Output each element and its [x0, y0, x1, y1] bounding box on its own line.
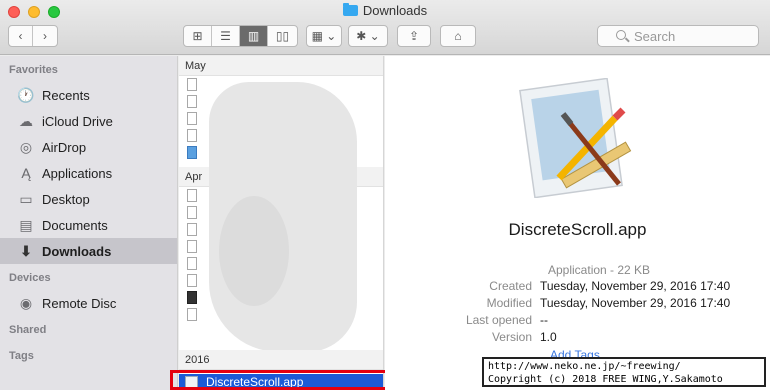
share-button[interactable]: ⇪ — [397, 25, 431, 47]
sidebar-item-icloud-drive[interactable]: ☁ iCloud Drive — [0, 108, 177, 134]
forward-button[interactable]: › — [33, 26, 57, 46]
group-header-2016: 2016 — [179, 350, 383, 370]
edit-tags-button[interactable]: ⌂ — [440, 25, 476, 47]
cloud-icon: ☁ — [19, 112, 33, 129]
file-icon — [187, 95, 197, 108]
arrange-button[interactable]: ▦ ⌄ — [306, 25, 342, 47]
applications-icon: Ą — [21, 165, 31, 181]
airdrop-icon: ◎ — [19, 138, 33, 155]
icon-view-button[interactable]: ⊞ — [184, 26, 212, 46]
sidebar-item-desktop[interactable]: ▭ Desktop — [0, 186, 177, 212]
downloads-icon: ⬇ — [20, 242, 32, 259]
meta-row-modified: Modified Tuesday, November 29, 2016 17:4… — [486, 296, 731, 310]
sidebar: Favorites 🕐 Recents ☁ iCloud Drive ◎ Air… — [0, 56, 178, 390]
app-preview-icon — [519, 78, 632, 198]
preview-file-kind: Application - 22 KB — [548, 263, 651, 277]
file-icon — [187, 291, 197, 304]
sidebar-item-label: Remote Disc — [42, 295, 117, 311]
folder-icon — [187, 146, 197, 159]
file-icon — [187, 274, 197, 287]
file-icon — [187, 112, 197, 125]
column-view-button[interactable]: ▥ — [240, 26, 268, 46]
search-field[interactable]: Search — [597, 25, 759, 47]
sidebar-section-devices: Devices — [9, 272, 51, 284]
sidebar-section-tags: Tags — [9, 350, 34, 362]
sidebar-item-label: Documents — [42, 217, 108, 233]
list-view-button[interactable]: ☰ — [212, 26, 240, 46]
sidebar-section-favorites: Favorites — [9, 64, 58, 76]
sidebar-item-label: Desktop — [42, 191, 90, 207]
share-icon: ⇪ — [408, 29, 420, 43]
tag-icon: ⌂ — [454, 29, 462, 43]
sidebar-item-label: iCloud Drive — [42, 113, 113, 129]
sidebar-item-label: AirDrop — [42, 139, 87, 155]
file-icon — [187, 240, 197, 253]
highlight-box — [170, 370, 388, 390]
group-header-may: May — [179, 56, 383, 76]
nav-buttons: ‹ › — [8, 25, 58, 47]
sidebar-item-label: Recents — [42, 87, 90, 103]
sidebar-item-documents[interactable]: ▤ Documents — [0, 212, 177, 238]
file-icon — [187, 78, 197, 91]
toolbar: Downloads ‹ › ⊞ ☰ ▥ ▯▯ ▦ ⌄ ✱ ⌄ ⇪ ⌂ Searc… — [0, 0, 770, 55]
sidebar-item-airdrop[interactable]: ◎ AirDrop — [0, 134, 177, 160]
redacted-filenames-shade — [219, 196, 289, 306]
preview-file-name: DiscreteScroll.app — [508, 220, 647, 239]
file-column: May Apr 2016 DiscreteScroll.app — [179, 56, 384, 390]
clock-icon: 🕐 — [17, 86, 35, 103]
coverflow-view-button[interactable]: ▯▯ — [268, 26, 297, 46]
back-button[interactable]: ‹ — [9, 26, 33, 46]
sidebar-item-remote-disc[interactable]: ◉ Remote Disc — [0, 290, 177, 316]
file-icon — [187, 308, 197, 321]
meta-row-last-opened: Last opened -- — [465, 313, 548, 327]
file-icon — [187, 189, 197, 202]
copyright-overlay: http://www.neko.ne.jp/~freewing/Copyrigh… — [482, 357, 766, 387]
preview-metadata: Created Tuesday, November 29, 2016 17:40… — [385, 279, 770, 347]
window-title: Downloads — [0, 3, 770, 18]
file-icon — [187, 257, 197, 270]
search-icon — [616, 30, 626, 40]
file-icon — [187, 129, 197, 142]
action-button[interactable]: ✱ ⌄ — [348, 25, 388, 47]
desktop-icon: ▭ — [19, 190, 33, 207]
disc-icon: ◉ — [19, 294, 33, 311]
sidebar-item-recents[interactable]: 🕐 Recents — [0, 82, 177, 108]
sidebar-item-applications[interactable]: Ą Applications — [0, 160, 177, 186]
meta-row-version: Version 1.0 — [491, 330, 557, 344]
documents-icon: ▤ — [19, 216, 33, 233]
file-icon — [187, 223, 197, 236]
sidebar-item-label: Applications — [42, 165, 113, 181]
meta-row-created: Created Tuesday, November 29, 2016 17:40 — [489, 279, 731, 293]
view-mode-selector: ⊞ ☰ ▥ ▯▯ — [183, 25, 298, 47]
sidebar-item-label: Downloads — [42, 243, 112, 259]
preview-pane: DiscreteScroll.app Application - 22 KB C… — [385, 56, 770, 390]
sidebar-section-shared: Shared — [9, 324, 47, 336]
sidebar-item-downloads[interactable]: ⬇ Downloads — [0, 238, 177, 264]
folder-icon — [342, 3, 358, 16]
file-icon — [187, 206, 197, 219]
